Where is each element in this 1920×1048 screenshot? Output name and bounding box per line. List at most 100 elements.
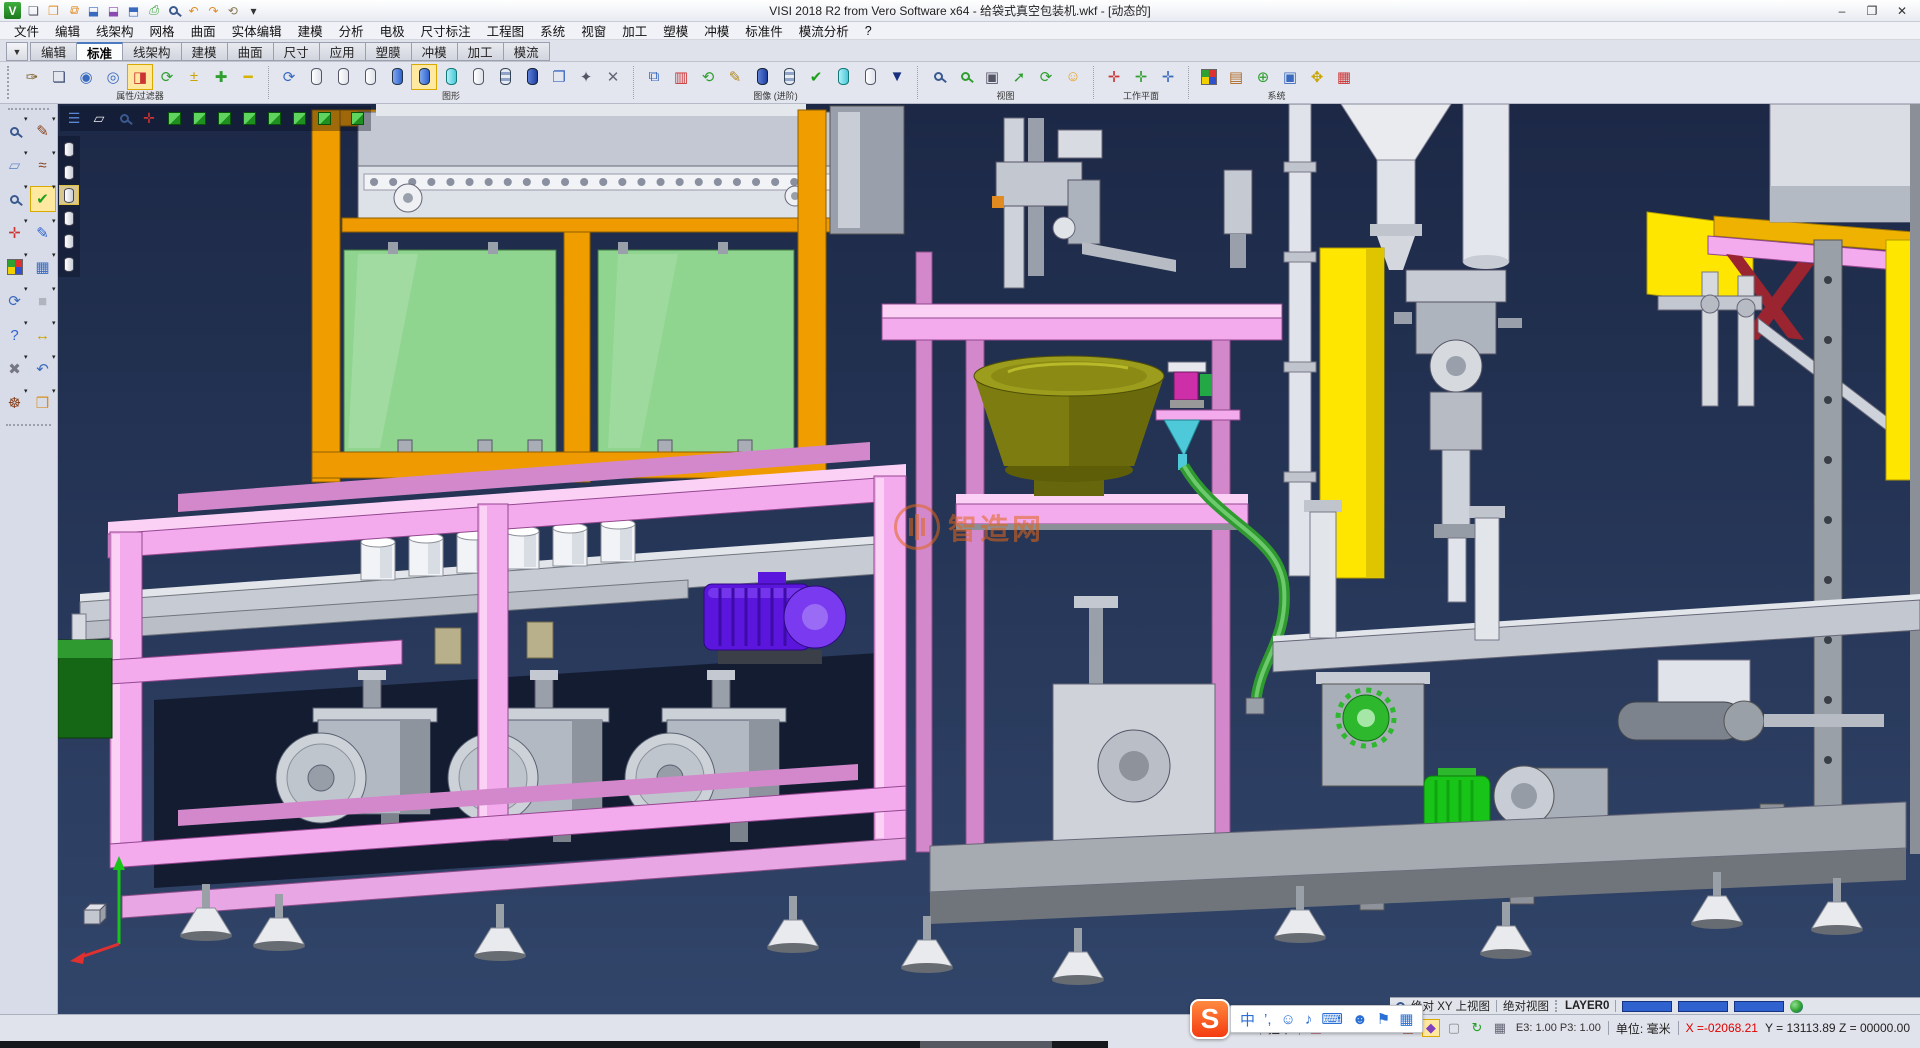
monitor-settings-icon[interactable]: ▣ (1277, 64, 1303, 90)
view-entities-icon[interactable]: ⧉ (641, 64, 667, 90)
zoom-previous-icon[interactable] (925, 64, 951, 90)
display-mode-6-icon[interactable] (59, 254, 79, 274)
cube-status-icon[interactable]: ◆ (1422, 1019, 1440, 1037)
zoom-dynamic-icon[interactable] (952, 64, 978, 90)
sogou-logo-icon[interactable]: S (1190, 999, 1230, 1039)
regen-cylinder-icon[interactable]: ⟳ (276, 64, 302, 90)
layers-palette-icon[interactable] (2, 254, 28, 280)
edit-delete-icon[interactable]: ✎ (30, 118, 56, 144)
section-cylinder-icon[interactable] (776, 64, 802, 90)
quickbar-more-icon[interactable]: ▾ (245, 2, 262, 19)
measure-distance-icon[interactable]: ↔ (30, 322, 56, 348)
globe-icon[interactable] (1790, 1000, 1803, 1013)
help-icon[interactable]: ? (2, 322, 28, 348)
ime-emoji-icon[interactable]: ☺ (1281, 1011, 1296, 1028)
ime-user-icon[interactable]: ☻ (1352, 1011, 1368, 1028)
view-arrow-icon[interactable]: ➚ (1006, 64, 1032, 90)
menu-item[interactable]: 线架构 (88, 22, 142, 40)
iso-view-5-icon[interactable] (263, 108, 285, 130)
ribbon-tab[interactable]: 建模 (182, 42, 228, 61)
image-refresh-icon[interactable]: ⟲ (695, 64, 721, 90)
workplane-entity-icon[interactable]: ✛ (1128, 64, 1154, 90)
undo-icon[interactable]: ↶ (185, 2, 202, 19)
ime-punct-icon[interactable]: ’, (1264, 1011, 1272, 1028)
history-icon[interactable]: ⟲ (225, 2, 242, 19)
display-mode-1-icon[interactable] (59, 139, 79, 159)
menu-item[interactable]: 文件 (6, 22, 47, 40)
move-hand-icon[interactable]: ✥ (1304, 64, 1330, 90)
refresh-icon[interactable]: ⟳ (2, 288, 28, 314)
tab-dropdown-button[interactable]: ▼ (6, 42, 28, 61)
menu-item[interactable]: 网格 (142, 22, 183, 40)
select-search-icon[interactable] (2, 118, 28, 144)
menu-item[interactable]: 建模 (290, 22, 331, 40)
copy-graphics-icon[interactable]: ❐ (546, 64, 572, 90)
ribbon-tab[interactable]: 冲模 (412, 42, 458, 61)
toggle-visibility-icon[interactable]: ± (181, 64, 207, 90)
window-grid-icon[interactable]: ▦ (30, 254, 56, 280)
sheet-icon[interactable]: ▢ (1445, 1019, 1463, 1037)
save-as-icon[interactable]: ⬓ (105, 2, 122, 19)
transparent-cylinder-icon[interactable] (438, 64, 464, 90)
striped-cylinder-icon[interactable] (492, 64, 518, 90)
attribute-doc-icon[interactable]: ❏ (46, 64, 72, 90)
group-cylinder-icon[interactable] (519, 64, 545, 90)
display-mode-3-icon[interactable] (59, 185, 79, 205)
toolbar-grip[interactable] (7, 66, 12, 99)
tools-wheel-icon[interactable]: ☸ (2, 390, 28, 416)
menu-item[interactable]: 分析 (331, 22, 372, 40)
menu-item[interactable]: 曲面 (183, 22, 224, 40)
display-mode-2-icon[interactable] (59, 162, 79, 182)
solid-cube-icon[interactable]: ■ (30, 288, 56, 314)
ime-skin-icon[interactable]: ⚑ (1377, 1010, 1390, 1028)
view-refresh-icon[interactable]: ⟳ (1033, 64, 1059, 90)
ghost-cylinder-icon[interactable] (857, 64, 883, 90)
save-all-icon[interactable]: ⬒ (125, 2, 142, 19)
ribbon-tab[interactable]: 标准 (77, 42, 123, 61)
open-multi-icon[interactable]: ⧉ (65, 2, 82, 19)
open-folder-icon[interactable]: ❒ (30, 390, 56, 416)
ribbon-tab[interactable]: 模流 (504, 42, 550, 61)
shaded-view-icon[interactable] (346, 108, 368, 130)
menu-item[interactable]: 模流分析 (791, 22, 857, 40)
ime-lang-icon[interactable]: 中 (1240, 1009, 1255, 1030)
delete-trash-icon[interactable]: ✖ (2, 356, 28, 382)
ribbon-tab[interactable]: 曲面 (228, 42, 274, 61)
redo-icon[interactable]: ↷ (205, 2, 222, 19)
save-icon[interactable]: ⬓ (85, 2, 102, 19)
ime-mic-icon[interactable]: ♪ (1305, 1011, 1313, 1028)
absolute-view-label[interactable]: 绝对视图 (1503, 998, 1549, 1014)
solid-dark-cylinder-icon[interactable] (749, 64, 775, 90)
ime-more-icon[interactable]: ▦ (1399, 1010, 1413, 1028)
dashed-cylinder-icon[interactable] (357, 64, 383, 90)
ribbon-tab[interactable]: 应用 (320, 42, 366, 61)
iso-view-2-icon[interactable] (188, 108, 210, 130)
iso-view-3-icon[interactable] (213, 108, 235, 130)
preview-icon[interactable] (165, 2, 182, 19)
workplane-origin-icon[interactable]: ✛ (1101, 64, 1127, 90)
ribbon-tab[interactable]: 线架构 (123, 42, 182, 61)
grid-status-icon[interactable]: ▦ (1491, 1019, 1509, 1037)
ime-keyboard-icon[interactable]: ⌨ (1321, 1010, 1343, 1028)
system-globe-icon[interactable]: ⊕ (1250, 64, 1276, 90)
hidden-line-cylinder-icon[interactable] (330, 64, 356, 90)
view-zoom-icon[interactable] (113, 108, 135, 130)
curve-edit-icon[interactable]: ✎ (30, 220, 56, 246)
menu-item[interactable]: 电极 (372, 22, 413, 40)
new-file-icon[interactable]: ❏ (25, 2, 42, 19)
spline-edit-icon[interactable]: ≈ (30, 152, 56, 178)
refresh-visibility-icon[interactable]: ⟳ (154, 64, 180, 90)
clip-cylinder-icon[interactable] (830, 64, 856, 90)
view-menu-icon[interactable]: ☰ (63, 108, 85, 130)
maximize-button[interactable]: ❐ (1858, 2, 1886, 20)
view-axes-icon[interactable]: ✛ (138, 108, 160, 130)
menu-item[interactable]: 加工 (614, 22, 655, 40)
zoom-box-icon[interactable] (2, 186, 28, 212)
filter-traffic-light-icon[interactable]: ◨ (127, 64, 153, 90)
image-edit-icon[interactable]: ✎ (722, 64, 748, 90)
ribbon-tab[interactable]: 编辑 (30, 42, 77, 61)
wireframe-cylinder-icon[interactable] (303, 64, 329, 90)
render-smiley-icon[interactable]: ☺ (1060, 64, 1086, 90)
3d-viewport[interactable]: ☰▱✛ 智造网 (58, 104, 1920, 1014)
iso-view-1-icon[interactable] (163, 108, 185, 130)
